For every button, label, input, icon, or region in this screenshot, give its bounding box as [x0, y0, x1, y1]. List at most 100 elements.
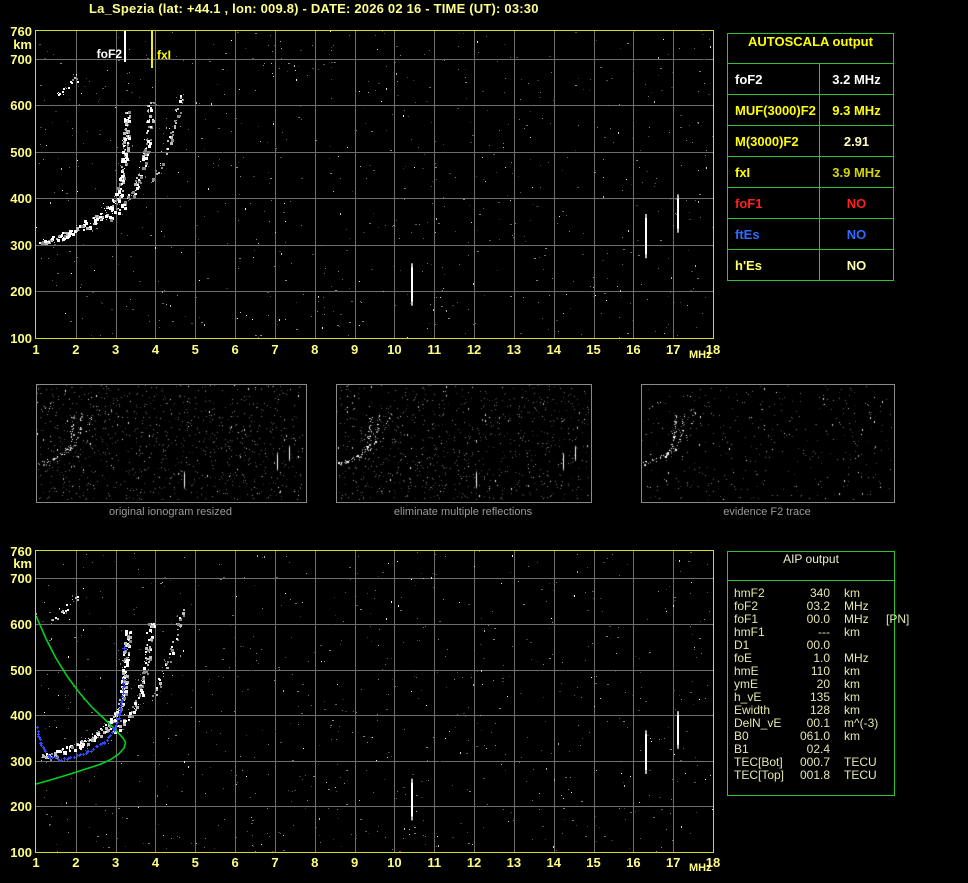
thumbnail-caption-original: original ionogram resized: [109, 506, 232, 518]
y-tick-label-bottom: 400: [10, 708, 32, 724]
x-tick-label-top: 4: [151, 342, 160, 357]
y-tick-label-bottom: 700: [10, 571, 32, 587]
autoscala-param-value: 2.91: [843, 133, 870, 149]
x-tick-label-bottom: 8: [311, 855, 319, 870]
autoscala-output-table: AUTOSCALA output foF2 3.2 MHz MUF(3000)F2 9…: [727, 33, 894, 281]
x-tick-label-bottom: 5: [191, 855, 199, 870]
autoscala-param-label: MUF(3000)F2: [728, 95, 820, 125]
x-tick-label-bottom: 14: [546, 855, 561, 870]
aip-extra: [878, 678, 894, 691]
autoscala-param-label: h'Es: [728, 250, 820, 280]
aip-table-header: AIP output: [728, 552, 894, 581]
x-tick-label-bottom: 1: [32, 855, 40, 870]
thumbnail-caption-eliminate: eliminate multiple reflections: [393, 506, 533, 518]
x-tick-label-bottom: 7: [271, 855, 279, 870]
autoscala-param-label: ftEs: [728, 219, 820, 249]
autoscala-param-value: NO: [846, 257, 867, 273]
foF2-marker-line: [124, 31, 126, 62]
y-tick-label-top: 500: [10, 144, 32, 160]
aip-extra: [878, 717, 894, 730]
x-tick-label-top: 11: [427, 342, 442, 357]
station-title: La_Spezia (lat: +44.1 , lon: 009.8) - DA…: [89, 1, 539, 16]
aip-extra: [878, 652, 894, 665]
aip-extra: [878, 756, 894, 769]
x-tick-label-bottom: 4: [151, 855, 160, 870]
y-tick-label-bottom: 300: [10, 753, 32, 769]
autoscala-app: { "title": "La_Spezia (lat: +44.1 , lon:…: [0, 0, 968, 883]
thumbnail-original-ionogram: [36, 384, 307, 503]
y-tick-label-bottom: 200: [10, 799, 32, 815]
y-tick-label-top: 600: [10, 98, 32, 114]
x-tick-label-bottom: 16: [626, 855, 641, 870]
x-tick-label-bottom: 3: [112, 855, 120, 870]
autoscala-row: MUF(3000)F2 9.3 MHz: [728, 94, 893, 125]
x-tick-label-top: 10: [387, 342, 402, 357]
autoscala-row: fxI 3.9 MHz: [728, 156, 893, 187]
aip-extra: [878, 730, 894, 743]
thumbnail-caption-evidence: evidence F2 trace: [723, 506, 811, 518]
y-tick-label-top: 200: [10, 284, 32, 300]
thumbnail-eliminate-reflections: [336, 384, 592, 503]
x-tick-label-top: 8: [311, 342, 319, 357]
aip-extra: [878, 639, 894, 652]
aip-extra: [878, 587, 894, 600]
autoscala-row: foF2 3.2 MHz: [728, 63, 893, 94]
x-tick-label-bottom: 18: [705, 855, 721, 870]
y-tick-label-top: 100: [10, 331, 32, 346]
autoscala-param-value: NO: [846, 195, 867, 211]
y-tick-label-top: 700: [10, 51, 32, 67]
aip-extra: [878, 769, 894, 782]
autoscala-param-label: foF1: [728, 188, 820, 218]
aip-extra: [878, 626, 894, 639]
x-tick-label-top: 15: [586, 342, 601, 357]
aip-extra: [878, 691, 894, 704]
ionogram-bottom-plot: [35, 550, 714, 853]
ionogram-top-plot: foF2 fxI: [35, 30, 714, 339]
autoscala-param-value: 3.9 MHz: [832, 164, 881, 180]
aip-row: TEC[Top] 001.8 TECU: [734, 769, 894, 782]
x-tick-label-top: 3: [112, 342, 120, 357]
aip-row: hmE 110 km: [734, 665, 894, 678]
autoscala-row: foF1 NO: [728, 187, 893, 218]
fxI-marker-line: [151, 31, 153, 68]
x-tick-label-top: 17: [665, 342, 681, 357]
x-tick-label-bottom: 11: [427, 855, 442, 870]
autoscala-table-header: AUTOSCALA output: [748, 34, 873, 49]
autoscala-row: M(3000)F2 2.91: [728, 125, 893, 156]
ionogram-top-canvas: [36, 31, 713, 338]
y-tick-label-bottom: 760: [10, 544, 32, 559]
y-tick-label-top: 300: [10, 237, 32, 253]
x-tick-label-top: 6: [231, 342, 239, 357]
autoscala-param-value: 9.3 MHz: [832, 102, 881, 118]
autoscala-param-label: foF2: [728, 64, 820, 94]
autoscala-row: h'Es NO: [728, 249, 893, 280]
thumbnail-original-canvas: [37, 385, 304, 500]
x-tick-label-bottom: 10: [387, 855, 402, 870]
autoscala-rows: foF2 3.2 MHz MUF(3000)F2 9.3 MHz M(3000)F2 2.…: [728, 63, 893, 280]
x-tick-label-top: 14: [546, 342, 561, 357]
aip-extra: [PN]: [886, 612, 910, 626]
y-tick-label-bottom: 600: [10, 616, 32, 632]
x-tick-label-top: 9: [350, 342, 359, 357]
ionogram-bottom-canvas: [36, 551, 713, 852]
aip-unit: km: [844, 625, 860, 639]
aip-val: 001.8: [799, 768, 830, 782]
x-tick-label-bottom: 13: [506, 855, 522, 870]
y-tick-label-bottom: 100: [10, 845, 32, 860]
thumbnail-evidence-f2: [641, 384, 895, 503]
x-tick-label-top: 1: [32, 342, 40, 357]
foF2-marker-label: foF2: [96, 47, 122, 61]
aip-unit: km: [844, 729, 860, 743]
thumbnail-eliminate-canvas: [337, 385, 589, 500]
y-axis-unit-top: km: [13, 37, 32, 52]
aip-name: TEC[Top]: [734, 768, 785, 782]
x-tick-label-top: 16: [626, 342, 641, 357]
x-tick-label-top: 18: [705, 342, 721, 357]
x-tick-label-bottom: 6: [231, 855, 239, 870]
x-tick-label-bottom: 2: [72, 855, 80, 870]
x-tick-label-top: 2: [72, 342, 80, 357]
fxI-marker-label: fxI: [157, 48, 172, 62]
x-tick-label-top: 5: [191, 342, 199, 357]
aip-rows: hmF2 340 km foF2 03.2 MHz foF1 00.0 MHz [PN] hmF1-…: [728, 581, 909, 782]
autoscala-param-label: M(3000)F2: [728, 126, 820, 156]
